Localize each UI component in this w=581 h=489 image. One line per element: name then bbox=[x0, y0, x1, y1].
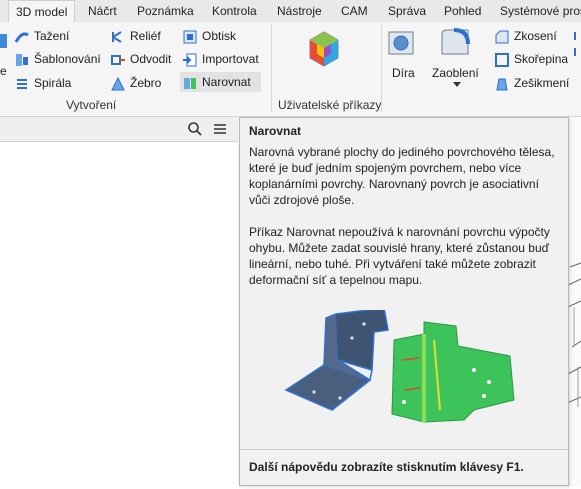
rib-icon bbox=[111, 76, 125, 91]
fillet-button[interactable]: Zaoblení bbox=[432, 26, 482, 88]
command-tooltip: Narovnat Narovná vybrané plochy do jedin… bbox=[239, 117, 569, 486]
partial-button-icon bbox=[0, 34, 7, 48]
draft-icon bbox=[496, 78, 508, 91]
draft-label: Zešikmení bbox=[514, 76, 570, 90]
tab-sketch[interactable]: Náčrt bbox=[88, 0, 117, 22]
emboss-icon bbox=[112, 30, 122, 43]
user-commands-button[interactable] bbox=[303, 28, 345, 70]
partial-large-button[interactable]: e bbox=[0, 26, 8, 86]
group-label-create: Vytvoření bbox=[66, 98, 117, 112]
tab-inspect[interactable]: Kontrola bbox=[212, 0, 257, 22]
partial-button-label: e bbox=[0, 64, 7, 78]
coil-label: Spirála bbox=[34, 76, 72, 90]
decal-label: Obtisk bbox=[202, 29, 237, 43]
shell-label: Skořepina bbox=[514, 52, 569, 66]
tooltip-help-hint: Další nápovědu zobrazíte stisknutím kláv… bbox=[249, 460, 524, 474]
loft-icon bbox=[16, 53, 28, 66]
unwrap-icon bbox=[184, 77, 196, 89]
unwrap-illustration bbox=[284, 310, 515, 423]
dropdown-arrow-icon[interactable] bbox=[453, 82, 461, 88]
tooltip-details: Příkaz Narovnat nepoužívá k narovnání po… bbox=[249, 225, 550, 287]
hole-button[interactable]: Díra bbox=[386, 26, 420, 82]
emboss-label: Reliéf bbox=[130, 29, 161, 43]
user-commands-icon bbox=[309, 31, 339, 67]
tooltip-description: Narovná vybrané plochy do jediného povrc… bbox=[249, 145, 555, 207]
rib-button[interactable]: Žebro bbox=[110, 73, 161, 93]
import-icon bbox=[183, 53, 197, 67]
shell-icon bbox=[495, 52, 509, 67]
ribbon-tab-bar: 3D model Náčrt Poznámka Kontrola Nástroj… bbox=[0, 0, 581, 24]
tab-manage[interactable]: Správa bbox=[388, 0, 426, 22]
rib-label: Žebro bbox=[130, 76, 162, 90]
sweep-label: Tažení bbox=[34, 29, 70, 43]
ribbon-separator bbox=[271, 24, 272, 112]
decal-icon bbox=[183, 30, 197, 44]
group-label-user-commands: Uživatelské příkazy bbox=[278, 98, 382, 112]
search-icon[interactable] bbox=[187, 121, 203, 137]
tab-view[interactable]: Pohled bbox=[444, 0, 481, 22]
ribbon-separator-2 bbox=[381, 24, 382, 112]
emboss-button[interactable]: Reliéf bbox=[110, 26, 161, 46]
tab-environments[interactable]: Systémové pros bbox=[500, 0, 581, 22]
tab-3d-model[interactable]: 3D model bbox=[8, 0, 76, 24]
chamfer-button[interactable]: Zkosení bbox=[494, 26, 557, 46]
derive-icon bbox=[111, 54, 125, 65]
tab-cam[interactable]: CAM bbox=[341, 0, 368, 22]
loft-button[interactable]: Šablonování bbox=[14, 49, 101, 69]
coil-icon bbox=[17, 78, 27, 89]
unwrap-label: Narovnat bbox=[202, 75, 251, 89]
browser-toolbar bbox=[0, 117, 238, 142]
fillet-label: Zaoblení bbox=[432, 66, 479, 80]
ribbon-panel: e Tažení Šablonování Spirála Reliéf Odvo… bbox=[0, 22, 581, 117]
chamfer-icon bbox=[495, 30, 509, 44]
tooltip-footer: Další nápovědu zobrazíte stisknutím kláv… bbox=[240, 449, 568, 486]
import-label: Importovat bbox=[202, 52, 259, 66]
hole-icon bbox=[388, 31, 414, 55]
draft-button[interactable]: Zešikmení bbox=[494, 73, 569, 93]
unwrap-button[interactable]: Narovnat bbox=[180, 72, 261, 92]
derive-label: Odvodit bbox=[130, 52, 172, 66]
hole-label: Díra bbox=[392, 66, 415, 80]
tab-annotate[interactable]: Poznámka bbox=[137, 0, 194, 22]
fillet-icon bbox=[441, 28, 470, 55]
tab-tools[interactable]: Nástroje bbox=[277, 0, 322, 22]
shell-button[interactable]: Skořepina bbox=[494, 49, 568, 69]
loft-label: Šablonování bbox=[34, 52, 101, 66]
derive-button[interactable]: Odvodit bbox=[110, 49, 171, 69]
coil-button[interactable]: Spirála bbox=[14, 73, 71, 93]
chamfer-label: Zkosení bbox=[514, 29, 557, 43]
hamburger-menu-icon[interactable] bbox=[212, 121, 228, 137]
decal-button[interactable]: Obtisk bbox=[182, 26, 236, 46]
tooltip-title: Narovnat bbox=[249, 124, 302, 138]
sweep-icon bbox=[14, 32, 29, 43]
sweep-button[interactable]: Tažení bbox=[14, 26, 69, 46]
import-button[interactable]: Importovat bbox=[182, 49, 259, 69]
partial-right-icon bbox=[574, 32, 576, 56]
